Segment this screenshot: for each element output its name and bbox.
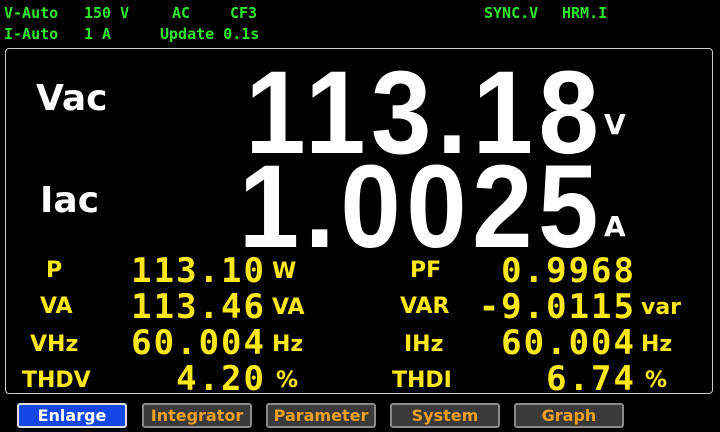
- vhz-label: VHz: [30, 332, 79, 357]
- va-label: VA: [40, 294, 73, 319]
- thdv-value: 4.20: [176, 359, 266, 399]
- softkey-enlarge[interactable]: Enlarge: [17, 403, 127, 428]
- vhz-value: 60.004: [131, 323, 266, 363]
- iac-unit: A: [604, 210, 626, 243]
- var-unit: var: [641, 295, 682, 320]
- current-range-value: 1 A: [84, 25, 112, 43]
- ihz-value: 60.004: [501, 323, 636, 363]
- softkey-system[interactable]: System: [390, 403, 500, 428]
- vhz-unit: Hz: [272, 332, 304, 357]
- softkey-graph[interactable]: Graph: [514, 403, 624, 428]
- var-value: -9.0115: [478, 287, 636, 327]
- update-rate: Update 0.1s: [160, 25, 260, 43]
- thdv-unit: %: [276, 368, 299, 393]
- p-unit: W: [272, 259, 297, 284]
- pf-value: 0.9968: [501, 251, 636, 291]
- thdi-unit: %: [645, 368, 668, 393]
- crest-factor: CF3: [230, 4, 258, 22]
- ihz-unit: Hz: [641, 332, 673, 357]
- p-label: P: [46, 258, 63, 283]
- thdi-value: 6.74: [546, 359, 636, 399]
- measurement-mode: AC: [172, 4, 191, 22]
- current-range-mode: I-Auto: [4, 25, 59, 43]
- voltage-range-value: 150 V: [84, 4, 130, 22]
- thdi-label: THDI: [392, 368, 452, 393]
- va-value: 113.46: [131, 287, 266, 327]
- softkey-parameter[interactable]: Parameter: [266, 403, 376, 428]
- va-unit: VA: [272, 295, 305, 320]
- vac-label: Vac: [36, 78, 108, 119]
- p-value: 113.10: [131, 251, 266, 291]
- pf-label: PF: [410, 258, 442, 283]
- harmonic-source: HRM.I: [562, 4, 608, 22]
- voltage-range-mode: V-Auto: [4, 4, 59, 22]
- iac-label: Iac: [40, 180, 100, 221]
- var-label: VAR: [400, 294, 450, 319]
- sync-source: SYNC.V: [484, 4, 539, 22]
- vac-unit: V: [604, 108, 626, 141]
- softkey-integrator[interactable]: Integrator: [142, 403, 252, 428]
- ihz-label: IHz: [404, 332, 444, 357]
- iac-value: 1.0025: [238, 141, 604, 273]
- thdv-label: THDV: [22, 368, 91, 393]
